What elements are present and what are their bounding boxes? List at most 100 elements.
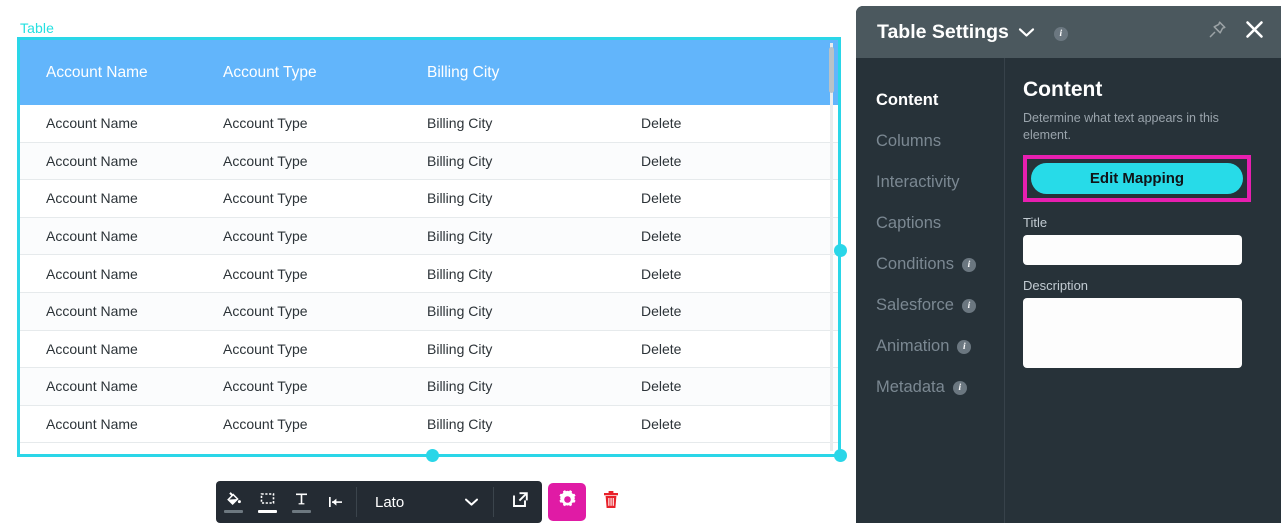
panel-nav-item-animation[interactable]: Animation i	[876, 326, 1004, 367]
delete-row-button[interactable]: Delete	[641, 190, 821, 206]
delete-row-button[interactable]: Delete	[641, 378, 821, 394]
delete-row-button[interactable]: Delete	[641, 228, 821, 244]
panel-nav-item-salesforce[interactable]: Salesforce i	[876, 285, 1004, 326]
open-external-button[interactable]	[498, 481, 542, 523]
table-row[interactable]: Account Name Account Type Billing City Dele…	[20, 217, 838, 256]
title-field-label: Title	[1023, 214, 1048, 230]
scrollbar-track	[830, 43, 833, 451]
delete-row-button[interactable]: Delete	[641, 115, 821, 131]
delete-row-button[interactable]: Delete	[641, 341, 821, 357]
table-row[interactable]: Account Name Account Type Billing City Dele…	[20, 180, 838, 218]
font-family-select[interactable]: Lato	[361, 481, 489, 523]
app-root: Table Account Name Account Type Billing …	[0, 0, 1281, 523]
info-badge[interactable]: i	[952, 380, 967, 395]
delete-row-button[interactable]: Delete	[641, 266, 821, 282]
table-row[interactable]: Account Name Account Type Billing City Dele…	[20, 105, 838, 143]
panel-content-pane: Content Determine what text appears in t…	[1005, 58, 1281, 523]
panel-nav-label: Captions	[876, 214, 942, 232]
content-description: Determine what text appears in this elem…	[1023, 111, 1219, 142]
info-badge[interactable]: i	[957, 339, 972, 354]
edit-mapping-button[interactable]: Edit Mapping	[1031, 162, 1243, 194]
panel-nav-label: Interactivity	[876, 173, 960, 191]
chevron-down-icon	[464, 494, 479, 511]
table-body: Account Name Account Type Billing City Dele…	[20, 105, 838, 444]
text-color-button[interactable]	[284, 481, 318, 523]
panel-nav-item-conditions[interactable]: Conditions i	[876, 244, 1004, 285]
panel-nav-item-metadata[interactable]: Metadata i	[876, 367, 1004, 408]
panel-nav-label: Content	[876, 91, 939, 109]
resize-handle-bottom-right[interactable]	[834, 449, 847, 462]
table-cell: Account Type	[223, 416, 308, 433]
table-row[interactable]: Account Name Account Type Billing City Dele…	[20, 142, 838, 181]
delete-row-button[interactable]: Delete	[641, 153, 821, 169]
table-cell: Account Name	[46, 190, 138, 207]
delete-row-button[interactable]: Delete	[641, 303, 821, 319]
content-heading: Content	[1023, 78, 1103, 101]
element-settings-button[interactable]	[548, 483, 586, 521]
text-color-swatch	[291, 509, 311, 514]
title-input[interactable]	[1023, 234, 1242, 265]
table-cell: Account Type	[223, 303, 308, 320]
info-badge[interactable]: i	[961, 257, 976, 272]
text-color-icon	[293, 491, 310, 507]
table-cell: Account Name	[46, 378, 138, 395]
info-badge: i	[1053, 27, 1068, 41]
toolbar-divider	[493, 487, 494, 517]
panel-body: Content Columns Interactivity Captions Condi…	[856, 58, 1281, 523]
close-icon[interactable]	[1244, 19, 1265, 45]
resize-handle-right[interactable]	[834, 244, 847, 257]
table-element-selected[interactable]: Account Name Account Type Billing City A…	[17, 37, 841, 457]
table-cell: Account Name	[46, 228, 138, 245]
table-cell: Account Type	[223, 115, 308, 132]
align-left-icon	[326, 495, 345, 509]
chevron-down-icon[interactable]	[1018, 27, 1035, 38]
panel-nav-item-interactivity[interactable]: Interactivity	[876, 162, 1004, 203]
table-cell: Account Type	[223, 190, 308, 207]
info-badge[interactable]: i	[961, 298, 976, 313]
table-row[interactable]: Account Name Account Type Billing City Dele…	[20, 368, 838, 406]
delete-row-button[interactable]: Delete	[641, 416, 821, 432]
table-header-cell: Account Type	[223, 63, 317, 81]
toolbar-group: Lato	[216, 481, 542, 523]
edit-mapping-highlight: Edit Mapping	[1023, 154, 1251, 202]
design-canvas[interactable]: Table Account Name Account Type Billing …	[0, 0, 856, 523]
panel-nav-item-content[interactable]: Content	[876, 80, 1004, 121]
table-cell: Account Name	[46, 416, 138, 433]
resize-handle-bottom[interactable]	[426, 449, 439, 462]
panel-nav-item-captions[interactable]: Captions	[876, 203, 1004, 244]
table-row[interactable]: Account Name Account Type Billing City Dele…	[20, 405, 838, 444]
table-cell: Account Name	[46, 340, 138, 357]
scrollbar-thumb[interactable]	[829, 47, 834, 93]
delete-element-button[interactable]	[592, 483, 630, 521]
table-row[interactable]: Account Name Account Type Billing City Dele…	[20, 292, 838, 331]
panel-nav-item-columns[interactable]: Columns	[876, 121, 1004, 162]
description-field-label: Description	[1023, 277, 1089, 293]
panel-nav-label: Columns	[876, 132, 942, 150]
table-cell: Account Type	[223, 152, 308, 169]
border-color-button[interactable]	[250, 481, 284, 523]
fill-color-icon	[225, 491, 242, 507]
table-cell: Billing City	[427, 228, 493, 245]
table-row[interactable]: Account Name Account Type Billing City Dele…	[20, 255, 838, 293]
panel-nav-label: Animation	[876, 337, 950, 355]
table-cell: Account Type	[223, 228, 308, 245]
table-header-cell: Account Name	[46, 63, 148, 81]
description-textarea[interactable]	[1023, 297, 1242, 368]
table-widget: Account Name Account Type Billing City A…	[20, 40, 838, 454]
table-cell: Billing City	[427, 303, 493, 320]
element-toolbar[interactable]: Lato	[216, 481, 630, 523]
border-color-swatch	[257, 509, 277, 514]
panel-nav: Content Columns Interactivity Captions Condi…	[856, 58, 1005, 523]
fill-color-button[interactable]	[216, 481, 250, 523]
table-cell: Billing City	[427, 416, 493, 433]
panel-info-icon[interactable]: i	[1053, 23, 1068, 41]
element-label-table: Table	[20, 20, 54, 36]
pin-icon[interactable]	[1208, 20, 1227, 44]
table-row[interactable]: Account Name Account Type Billing City Dele…	[20, 330, 838, 369]
gear-icon	[557, 489, 578, 515]
align-left-button[interactable]	[318, 481, 352, 523]
toolbar-divider	[356, 487, 357, 517]
table-cell: Account Name	[46, 152, 138, 169]
border-color-icon	[259, 491, 276, 507]
fill-color-swatch	[223, 509, 243, 514]
